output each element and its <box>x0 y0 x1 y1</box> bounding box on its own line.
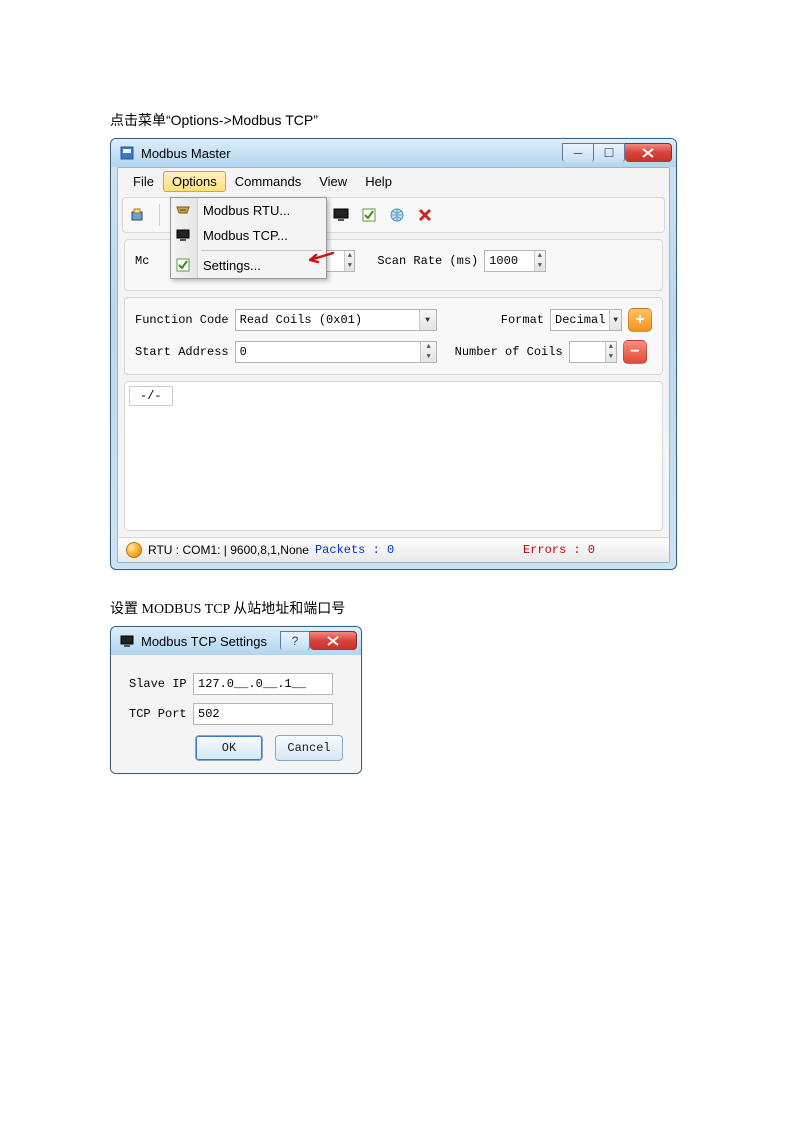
menu-item-modbus-rtu[interactable]: Modbus RTU... <box>171 198 326 223</box>
window-title: Modbus Master <box>141 146 231 161</box>
toolbar-check-icon[interactable] <box>360 206 378 224</box>
help-button[interactable]: ? <box>280 631 310 650</box>
chevron-down-icon[interactable]: ▼ <box>609 310 621 330</box>
caption-1-path: “Options->Modbus TCP” <box>166 112 318 128</box>
menu-separator <box>201 250 322 251</box>
dialog-close-button[interactable] <box>310 631 357 650</box>
menu-options[interactable]: Options <box>163 171 226 192</box>
status-lamp-icon <box>126 542 142 558</box>
combo-format[interactable]: Decimal ▼ <box>550 309 622 331</box>
caption-1: 点击菜单“Options->Modbus TCP” <box>110 110 683 130</box>
label-format: Format <box>501 313 544 327</box>
status-bar: RTU : COM1: | 9600,8,1,None Packets : 0 … <box>118 537 669 562</box>
caption-1-cn: 点击菜单 <box>110 114 166 129</box>
cancel-button[interactable]: Cancel <box>275 735 343 761</box>
ok-button[interactable]: OK <box>195 735 263 761</box>
scan-rate-input[interactable] <box>485 254 533 268</box>
status-packets: Packets : 0 <box>315 543 394 557</box>
menu-file[interactable]: File <box>124 171 163 192</box>
label-number-of-coils: Number of Coils <box>455 345 563 359</box>
spin-arrows-icon[interactable]: ▲▼ <box>344 251 354 271</box>
status-errors: Errors : 0 <box>523 543 595 557</box>
caption-2: 设置 MODBUS TCP 从站地址和端口号 <box>110 598 683 618</box>
spin-arrows-icon[interactable]: ▲▼ <box>420 342 435 362</box>
label-slave-ip: Slave IP <box>129 677 185 691</box>
dialog-title: Modbus TCP Settings <box>141 634 267 649</box>
combo-function-code[interactable]: Read Coils (0x01) ▼ <box>235 309 437 331</box>
close-button[interactable] <box>625 143 672 162</box>
menu-item-settings-label: Settings... <box>203 258 261 273</box>
monitor-icon <box>175 227 191 243</box>
combo-format-value: Decimal <box>551 313 609 327</box>
result-cell: -/- <box>129 386 173 406</box>
toolbar-monitor-icon[interactable] <box>332 206 350 224</box>
toolbar-icon-1[interactable] <box>129 206 147 224</box>
modbus-master-window: Modbus Master ─ ☐ File Options Commands … <box>110 138 677 570</box>
minimize-button[interactable]: ─ <box>562 143 594 162</box>
titlebar[interactable]: Modbus Master ─ ☐ <box>111 139 676 167</box>
label-function-code: Function Code <box>135 313 229 327</box>
spin-arrows-icon[interactable]: ▲▼ <box>534 251 546 271</box>
label-scan-rate: Scan Rate (ms) <box>377 254 478 268</box>
add-button[interactable]: + <box>628 308 652 332</box>
remove-button[interactable]: − <box>623 340 647 364</box>
menubar: File Options Commands View Help <box>118 168 669 195</box>
status-connection: RTU : COM1: | 9600,8,1,None <box>148 543 309 557</box>
menu-item-modbus-tcp[interactable]: Modbus TCP... <box>171 223 326 248</box>
modbus-tcp-settings-dialog: Modbus TCP Settings ? Slave IP TCP Port … <box>110 626 362 774</box>
settings-panel-2: Function Code Read Coils (0x01) ▼ Format… <box>124 297 663 375</box>
check-settings-icon <box>175 257 191 273</box>
spin-start-address[interactable]: ▲▼ <box>235 341 437 363</box>
toolbar-delete-icon[interactable] <box>416 206 434 224</box>
toolbar-globe-icon[interactable] <box>388 206 406 224</box>
toolbar-sep <box>159 204 160 226</box>
plus-icon: + <box>635 311 645 329</box>
serial-port-icon <box>175 202 191 218</box>
monitor-icon <box>119 633 135 649</box>
label-tcp-port: TCP Port <box>129 707 185 721</box>
minus-icon: − <box>630 343 640 361</box>
spin-scan-rate[interactable]: ▲▼ <box>484 250 546 272</box>
chevron-down-icon[interactable]: ▼ <box>419 310 436 330</box>
combo-function-code-value: Read Coils (0x01) <box>236 313 419 327</box>
label-start-address: Start Address <box>135 345 229 359</box>
slave-ip-input[interactable] <box>193 673 333 695</box>
label-mc: Mc <box>135 254 149 268</box>
menu-item-modbus-tcp-label: Modbus TCP... <box>203 228 288 243</box>
menu-view[interactable]: View <box>310 171 356 192</box>
results-area: -/- <box>124 381 663 531</box>
tcp-port-input[interactable] <box>193 703 333 725</box>
menu-item-settings[interactable]: Settings... <box>171 253 326 278</box>
options-dropdown: Modbus RTU... Modbus TCP... Settings... <box>170 197 327 279</box>
spin-arrows-icon[interactable]: ▲▼ <box>605 342 616 362</box>
maximize-button[interactable]: ☐ <box>594 143 625 162</box>
spin-number-of-coils[interactable]: ▲▼ <box>569 341 617 363</box>
menu-item-modbus-rtu-label: Modbus RTU... <box>203 203 290 218</box>
menu-commands[interactable]: Commands <box>226 171 310 192</box>
number-of-coils-input[interactable] <box>570 345 605 359</box>
start-address-input[interactable] <box>236 345 421 359</box>
app-icon <box>119 145 135 161</box>
menu-help[interactable]: Help <box>356 171 401 192</box>
dialog-titlebar[interactable]: Modbus TCP Settings ? <box>111 627 361 655</box>
